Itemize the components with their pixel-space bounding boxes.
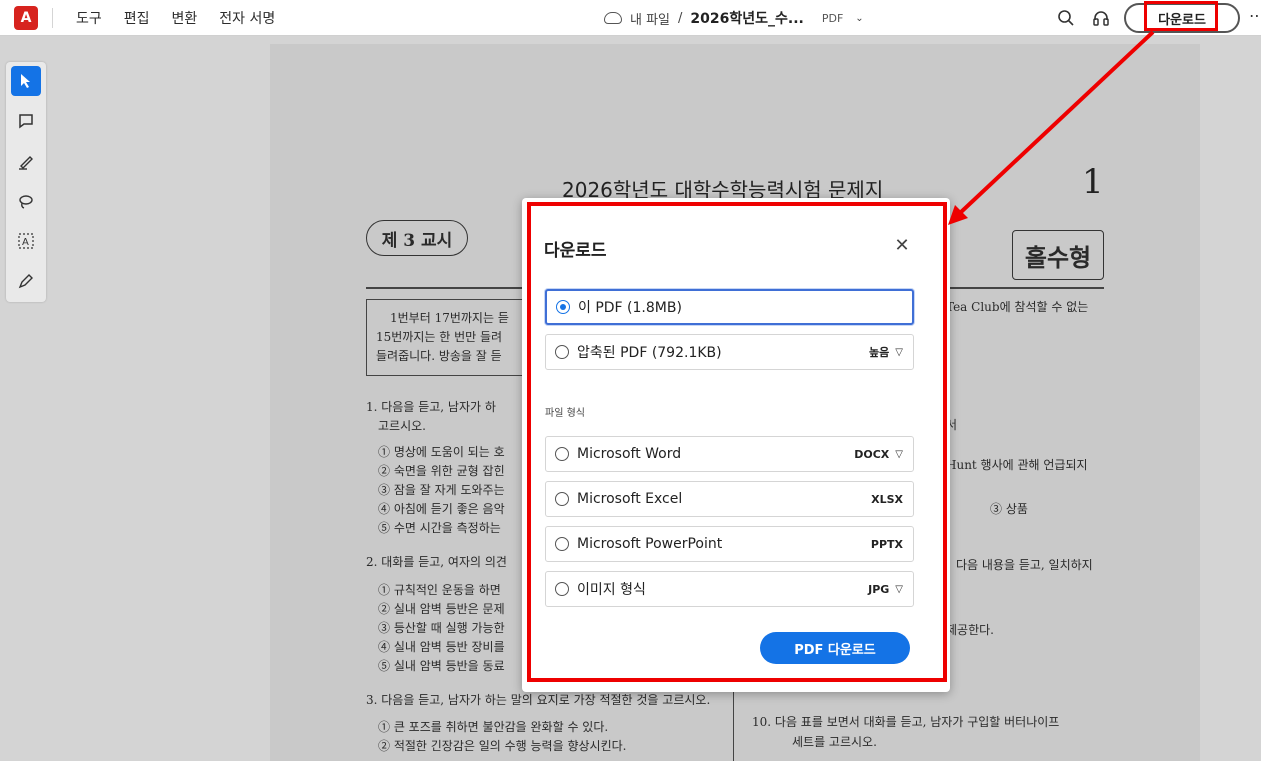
chevron-down-icon[interactable]: ▽: [895, 584, 903, 595]
doc-line: ② 적절한 긴장감은 일의 수행 능력을 향상시킨다.: [378, 739, 627, 753]
menu-edit[interactable]: 편집: [124, 8, 150, 28]
format-extension: JPG: [868, 582, 890, 596]
lasso-icon[interactable]: [11, 186, 41, 216]
breadcrumb-root[interactable]: 내 파일: [630, 9, 670, 28]
doc-line: ③ 잠을 잘 자게 도와주는: [378, 483, 505, 497]
file-format[interactable]: PDF: [822, 12, 843, 25]
format-image[interactable]: 이미지 형식 JPG ▽: [545, 571, 914, 607]
select-cursor-icon[interactable]: [11, 66, 41, 96]
top-toolbar: A 도구 편집 변환 전자 서명 내 파일 / 2026학년도_수... PDF…: [0, 0, 1261, 36]
page-number: 1: [1082, 162, 1104, 202]
doc-line: 제공한다.: [946, 623, 994, 637]
download-highlight-box: [1144, 1, 1218, 31]
chevron-down-icon[interactable]: ▽: [895, 449, 903, 460]
doc-line: 세트를 고르시오.: [792, 735, 877, 749]
format-extension: XLSX: [871, 492, 903, 506]
breadcrumb: 내 파일 / 2026학년도_수... PDF ⌄: [604, 0, 864, 36]
radio-button[interactable]: [555, 582, 569, 596]
more-options-icon[interactable]: ⋯: [1249, 6, 1261, 25]
search-icon[interactable]: [1056, 8, 1076, 28]
compression-value: 높음: [869, 346, 890, 359]
radio-button[interactable]: [556, 300, 570, 314]
sign-pen-icon[interactable]: [11, 266, 41, 296]
pdf-download-button[interactable]: PDF 다운로드: [760, 632, 910, 664]
option-compressed-pdf[interactable]: 압축된 PDF (792.1KB) 높음 ▽: [545, 334, 914, 370]
close-icon[interactable]: ✕: [892, 236, 912, 256]
cloud-icon: [604, 12, 622, 24]
format-label: Microsoft PowerPoint: [577, 536, 723, 552]
dialog-title: 다운로드: [544, 241, 607, 261]
menu-esign[interactable]: 전자 서명: [219, 8, 275, 28]
format-label: Microsoft Word: [577, 446, 682, 462]
radio-button[interactable]: [555, 345, 569, 359]
doc-line: ① 규칙적인 운동을 하면: [378, 583, 501, 597]
headphones-icon[interactable]: [1091, 8, 1111, 28]
file-format-label: 파일 형식: [545, 408, 585, 419]
format-select[interactable]: JPG ▽: [868, 583, 903, 596]
format-label: 이미지 형식: [577, 582, 646, 598]
doc-line: 다음 내용을 듣고, 일치하지: [956, 558, 1093, 572]
doc-line: 1번부터 17번까지는 듣: [390, 311, 509, 325]
file-name[interactable]: 2026학년도_수...: [690, 8, 803, 28]
menu-tools[interactable]: 도구: [76, 8, 102, 28]
format-word[interactable]: Microsoft Word DOCX ▽: [545, 436, 914, 472]
option-label: 압축된 PDF (792.1KB): [577, 345, 722, 361]
session-badge: 제 3 교시: [366, 220, 468, 256]
format-extension: PPTX: [870, 537, 903, 551]
doc-line: ④ 아침에 듣기 좋은 음악: [378, 502, 505, 516]
compression-select[interactable]: 높음 ▽: [869, 344, 903, 360]
chevron-down-icon[interactable]: ▽: [895, 347, 903, 358]
format-select[interactable]: DOCX ▽: [854, 448, 903, 461]
chevron-down-icon[interactable]: ⌄: [855, 13, 863, 24]
doc-line: 고르시오.: [378, 419, 426, 433]
doc-line: 들려줍니다. 방송을 잘 듣: [376, 349, 502, 363]
doc-line: Tea Club에 참석할 수 없는: [946, 300, 1089, 314]
radio-button[interactable]: [555, 447, 569, 461]
radio-button[interactable]: [555, 537, 569, 551]
doc-line: 15번까지는 한 번만 들려: [376, 330, 503, 344]
doc-line: ③ 상품: [990, 502, 1028, 516]
acrobat-logo-icon[interactable]: A: [14, 6, 38, 30]
tool-rail: A: [6, 62, 46, 302]
format-excel[interactable]: Microsoft Excel XLSX: [545, 481, 914, 517]
doc-line: ⑤ 수면 시간을 측정하는: [378, 521, 501, 535]
option-this-pdf[interactable]: 이 PDF (1.8MB): [545, 289, 914, 325]
toolbar-divider: [52, 8, 53, 28]
doc-line: Hunt 행사에 관해 언급되지: [946, 458, 1088, 472]
menu-convert[interactable]: 변환: [172, 8, 198, 28]
highlight-pen-icon[interactable]: [11, 146, 41, 176]
doc-line: ② 숙면을 위한 균형 잡힌: [378, 464, 505, 478]
doc-line: ② 실내 암벽 등반은 문제: [378, 602, 505, 616]
svg-text:A: A: [22, 237, 29, 248]
doc-line: ④ 실내 암벽 등반 장비를: [378, 640, 505, 654]
text-box-icon[interactable]: A: [11, 226, 41, 256]
paper-type-badge: 홀수형: [1012, 230, 1104, 280]
doc-line: ① 큰 포즈를 취하면 불안감을 완화할 수 있다.: [378, 720, 609, 734]
doc-line: ③ 등산할 때 실행 가능한: [378, 621, 505, 635]
option-label: 이 PDF (1.8MB): [578, 300, 682, 316]
doc-line: 3. 다음을 듣고, 남자가 하는 말의 요지로 가장 적절한 것을 고르시오.: [366, 693, 711, 707]
doc-line: 1. 다음을 듣고, 남자가 하: [366, 400, 496, 414]
format-extension: DOCX: [854, 447, 890, 461]
comment-icon[interactable]: [11, 106, 41, 136]
download-dialog: 다운로드 ✕ 이 PDF (1.8MB) 압축된 PDF (792.1KB) 높…: [522, 198, 950, 692]
breadcrumb-separator: /: [678, 10, 683, 26]
doc-line: 2. 대화를 듣고, 여자의 의견: [366, 555, 507, 569]
doc-line: ⑤ 실내 암벽 등반을 동료: [378, 659, 505, 673]
main-menu: 도구 편집 변환 전자 서명: [76, 0, 275, 36]
doc-line: ① 명상에 도움이 되는 호: [378, 445, 505, 459]
doc-line: 10. 다음 표를 보면서 대화를 듣고, 남자가 구입할 버터나이프: [752, 715, 1060, 729]
format-powerpoint[interactable]: Microsoft PowerPoint PPTX: [545, 526, 914, 562]
radio-button[interactable]: [555, 492, 569, 506]
format-label: Microsoft Excel: [577, 491, 683, 507]
